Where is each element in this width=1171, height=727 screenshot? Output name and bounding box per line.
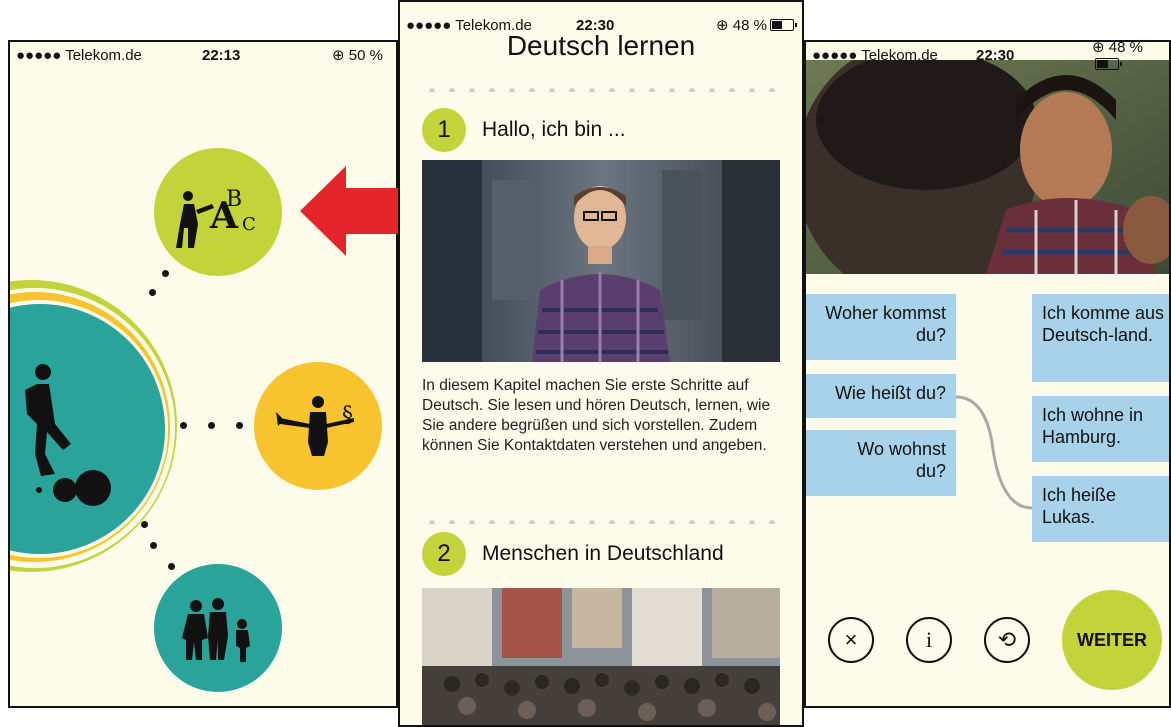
info-button[interactable]: i xyxy=(906,617,952,663)
man-in-plaid-shirt-photo xyxy=(422,160,780,362)
connector-dot xyxy=(208,422,215,429)
svg-text:§: § xyxy=(342,403,353,428)
connector-dot xyxy=(149,289,156,296)
answer-card[interactable]: Ich wohne in Hamburg. xyxy=(1032,396,1169,462)
connector-dot xyxy=(180,422,187,429)
match-connector-line xyxy=(956,395,1033,510)
status-bar: ●●●●● Telekom.de 22:30 ⊕ 48 % xyxy=(806,42,1169,70)
photo-illustration xyxy=(422,588,780,725)
phone-screen-chapters: ●●●●● Telekom.de 22:30 ⊕ 48 % Deutsch le… xyxy=(398,0,804,727)
page-title: Deutsch lernen xyxy=(506,30,696,61)
next-button[interactable]: WEITER xyxy=(1062,590,1162,690)
answer-card[interactable]: Ich komme aus Deutsch-land. xyxy=(1032,294,1169,382)
connector-dot xyxy=(236,422,243,429)
chapter-title: Menschen in Deutschland xyxy=(482,542,724,565)
divider xyxy=(422,520,780,524)
reset-icon: ⟲ xyxy=(997,627,1017,652)
status-bar: ●●●●● Telekom.de 22:13 ⊕ 50 % xyxy=(10,42,396,68)
chapter-description: In diesem Kapitel machen Sie erste Schri… xyxy=(422,377,771,454)
family-icon xyxy=(182,598,250,662)
node-work-law[interactable]: § xyxy=(254,362,382,490)
battery-icon xyxy=(1095,57,1122,70)
two-men-talking-photo xyxy=(806,60,1169,274)
athlete-ball-icon xyxy=(25,364,111,506)
chapter-title: Hallo, ich bin ... xyxy=(482,118,626,141)
alphabet-teacher-icon: A B C xyxy=(176,187,256,248)
svg-text:B: B xyxy=(226,187,242,212)
reset-button[interactable]: ⟲ xyxy=(984,617,1030,663)
phone-screen-exercise: ●●●●● Telekom.de 22:30 ⊕ 48 % Woher komm… xyxy=(804,40,1171,708)
photo-illustration xyxy=(422,160,780,362)
chapter-number-badge: 2 xyxy=(422,532,466,576)
svg-text:C: C xyxy=(242,214,256,235)
close-button[interactable]: × xyxy=(828,617,874,663)
clock: 22:30 xyxy=(976,46,1015,64)
photo-illustration xyxy=(806,60,1169,274)
info-icon: i xyxy=(925,627,933,652)
crowd-street-photo xyxy=(422,588,780,725)
connector-dot xyxy=(150,542,157,549)
node-family[interactable] xyxy=(154,564,282,692)
battery-level: ⊕ 48 % xyxy=(1092,40,1169,73)
battery-level: ⊕ 50 % xyxy=(332,47,383,64)
node-athlete[interactable] xyxy=(10,304,165,554)
close-icon: × xyxy=(844,627,858,652)
phone-screen-map: ●●●●● Telekom.de 22:13 ⊕ 50 % A B C § xyxy=(8,40,398,708)
question-card[interactable]: Wie heißt du? xyxy=(806,374,956,418)
answer-card[interactable]: Ich heiße Lukas. xyxy=(1032,476,1169,542)
question-card[interactable]: Wo wohnst du? xyxy=(806,430,956,496)
battery-text: ⊕ 48 % xyxy=(1092,40,1143,56)
carrier-label: ●●●●● Telekom.de xyxy=(812,46,938,64)
tools-law-icon: § xyxy=(276,396,354,456)
arrow-left-icon xyxy=(300,166,400,256)
chapter-number-badge: 1 xyxy=(422,108,466,152)
node-alphabet[interactable]: A B C xyxy=(154,148,282,276)
divider xyxy=(422,88,780,92)
clock: 22:13 xyxy=(202,46,241,64)
connector-dot xyxy=(141,521,148,528)
question-card[interactable]: Woher kommst du? xyxy=(806,294,956,360)
carrier-label: ●●●●● Telekom.de xyxy=(16,46,142,64)
